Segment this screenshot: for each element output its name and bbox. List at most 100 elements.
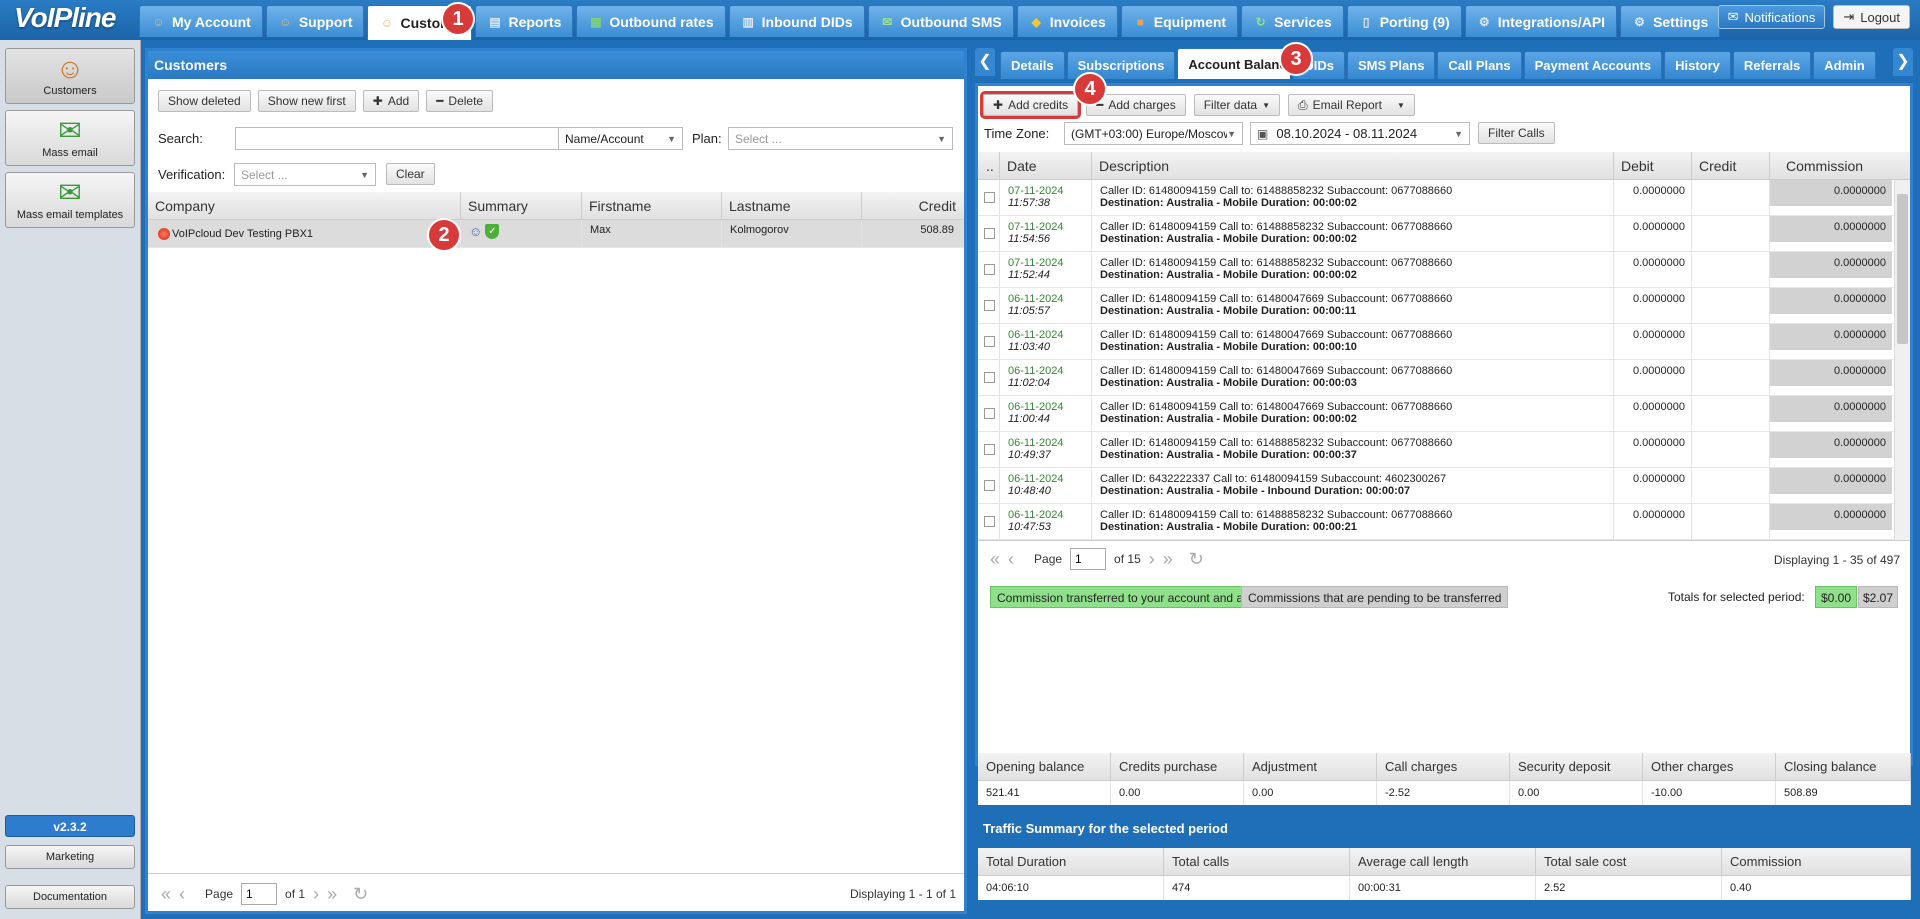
nav-tab-reports[interactable]: ▤ Reports [475, 5, 574, 37]
nav-tab-integrations-api[interactable]: ⚙ Integrations/API [1464, 5, 1618, 37]
column-select[interactable]: .. [978, 152, 1000, 180]
traffic-summary-table: Total Duration Total calls Average call le… [978, 848, 1911, 900]
row-checkbox[interactable] [984, 192, 995, 203]
row-checkbox[interactable] [984, 372, 995, 383]
last-page-icon[interactable]: » [327, 884, 337, 905]
show-new-first-button[interactable]: Show new first [257, 90, 356, 112]
column-debit[interactable]: Debit [1614, 152, 1692, 180]
tab-sms-plans[interactable]: SMS Plans [1346, 51, 1436, 79]
column-date[interactable]: Date [1000, 152, 1092, 180]
voipline-logo[interactable]: VoIPline [14, 2, 134, 36]
prev-page-icon[interactable]: ‹ [179, 884, 185, 905]
column-lastname[interactable]: Lastname [722, 192, 862, 220]
nav-tab-settings[interactable]: ⚙ Settings [1620, 5, 1721, 37]
tabs-scroll-right-icon[interactable]: ❯ [1893, 48, 1913, 76]
nav-tab-my-account[interactable]: ☺ My Account [139, 5, 263, 37]
tab-account-balance[interactable]: Account Balance [1177, 48, 1292, 79]
transaction-row[interactable]: 06-11-2024 11:05:57 Caller ID: 61480094159… [978, 288, 1894, 324]
tab-referrals[interactable]: Referrals [1732, 51, 1812, 79]
nav-tab-services[interactable]: ↻ Services [1241, 5, 1344, 37]
email-report-button[interactable]: ⎙ Email Report ▼ [1288, 94, 1415, 116]
row-checkbox[interactable] [984, 336, 995, 347]
documentation-button[interactable]: Documentation [5, 885, 135, 909]
page-input[interactable] [1070, 548, 1107, 570]
add-customer-button[interactable]: ✚ Add [362, 90, 420, 112]
page-input[interactable] [241, 883, 278, 905]
nav-tab-equipment[interactable]: ■ Equipment [1120, 5, 1239, 37]
row-checkbox[interactable] [984, 264, 995, 275]
show-deleted-button[interactable]: Show deleted [158, 90, 251, 112]
prev-page-icon[interactable]: ‹ [1008, 549, 1014, 570]
next-page-icon[interactable]: › [313, 884, 319, 905]
marketing-button[interactable]: Marketing [5, 845, 135, 869]
notifications-button[interactable]: ✉ Notifications [1717, 5, 1826, 29]
verification-select[interactable]: Select ... ▼ [234, 163, 376, 186]
nav-tab-inbound-dids[interactable]: ▥ Inbound DIDs [728, 5, 865, 37]
column-description[interactable]: Description [1092, 152, 1614, 180]
tab-admin[interactable]: Admin [1813, 51, 1876, 79]
nav-tab-outbound-rates[interactable]: ▦ Outbound rates [576, 5, 726, 37]
nav-tab-invoices[interactable]: ◆ Invoices [1016, 5, 1118, 37]
transactions-grid: 07-11-2024 11:57:38 Caller ID: 61480094159… [978, 180, 1894, 540]
sidebar-item-customers[interactable]: ☺ Customers [5, 48, 135, 104]
plan-select[interactable]: Select ... ▼ [728, 127, 953, 150]
row-checkbox[interactable] [984, 516, 995, 527]
column-summary[interactable]: Summary [461, 192, 582, 220]
row-checkbox[interactable] [984, 228, 995, 239]
row-checkbox[interactable] [984, 480, 995, 491]
credit-cell: 508.89 [920, 224, 954, 236]
customer-row[interactable]: VoIPcloud Dev Testing PBX1 ☺ ✓ Max Kolmo… [148, 220, 964, 248]
first-page-icon[interactable]: « [161, 884, 171, 905]
transaction-row[interactable]: 07-11-2024 11:54:56 Caller ID: 61480094159… [978, 216, 1894, 252]
transaction-row[interactable]: 06-11-2024 11:02:04 Caller ID: 61480094159… [978, 360, 1894, 396]
nav-tab-porting-9[interactable]: ▯ Porting (9) [1346, 5, 1462, 37]
transactions-scrollbar[interactable] [1894, 180, 1910, 540]
search-field-select[interactable]: Name/Account ▼ [558, 127, 683, 150]
nav-tab-support[interactable]: ☺ Support [265, 5, 365, 37]
refresh-icon[interactable]: ↻ [1189, 549, 1204, 570]
refresh-icon[interactable]: ↻ [353, 884, 368, 905]
tabs-scroll-left-icon[interactable]: ❮ [975, 48, 995, 76]
column-firstname[interactable]: Firstname [582, 192, 722, 220]
filter-data-button[interactable]: Filter data ▼ [1193, 94, 1280, 116]
scrollbar-thumb[interactable] [1897, 194, 1908, 344]
row-date: 06-11-2024 [1008, 509, 1064, 521]
add-credits-button[interactable]: ✚ Add credits [979, 91, 1082, 119]
column-company[interactable]: Company [148, 192, 461, 220]
search-input[interactable] [235, 127, 559, 150]
first-page-icon[interactable]: « [990, 549, 1000, 570]
transaction-row[interactable]: 06-11-2024 10:48:40 Caller ID: 6432222337 … [978, 468, 1894, 504]
timezone-select[interactable]: (GMT+03:00) Europe/Moscow ▼ [1064, 122, 1243, 145]
tab-payment-accounts[interactable]: Payment Accounts [1523, 51, 1663, 79]
nav-tab-outbound-sms[interactable]: ✉ Outbound SMS [867, 5, 1014, 37]
delete-customer-button[interactable]: ━ Delete [426, 90, 494, 112]
last-page-icon[interactable]: » [1163, 549, 1173, 570]
transaction-row[interactable]: 06-11-2024 10:47:53 Caller ID: 61480094159… [978, 504, 1894, 540]
next-page-icon[interactable]: › [1149, 549, 1155, 570]
transaction-row[interactable]: 06-11-2024 10:49:37 Caller ID: 61480094159… [978, 432, 1894, 468]
transaction-row[interactable]: 06-11-2024 11:00:44 Caller ID: 61480094159… [978, 396, 1894, 432]
balance-summary-title: Balance Summary [983, 726, 1096, 741]
row-checkbox[interactable] [984, 300, 995, 311]
logout-button[interactable]: ⇥ Logout [1833, 5, 1910, 29]
date-range-picker[interactable]: ▣ 08.10.2024 - 08.11.2024 ▼ [1250, 122, 1470, 145]
row-debit: 0.0000000 [1614, 396, 1692, 431]
row-checkbox[interactable] [984, 444, 995, 455]
tab-history[interactable]: History [1664, 51, 1731, 79]
row-checkbox[interactable] [984, 408, 995, 419]
user-summary-icon[interactable]: ☺ [469, 224, 482, 247]
transaction-row[interactable]: 06-11-2024 11:03:40 Caller ID: 61480094159… [978, 324, 1894, 360]
clear-button[interactable]: Clear [386, 163, 435, 185]
sidebar-item-mass-email-templates[interactable]: ✉ Mass email templates [5, 172, 135, 228]
sidebar-item-mass-email[interactable]: ✉ Mass email [5, 110, 135, 166]
tab-details[interactable]: Details [1000, 51, 1065, 79]
column-credit[interactable]: Credit [1692, 152, 1770, 180]
filter-calls-button[interactable]: Filter Calls [1478, 122, 1555, 144]
column-commission[interactable]: Commission [1770, 152, 1910, 180]
verified-shield-icon[interactable]: ✓ [485, 224, 500, 239]
row-description-line2: Destination: Australia - Mobile Duration… [1100, 377, 1357, 389]
tab-call-plans[interactable]: Call Plans [1437, 51, 1522, 79]
column-credit[interactable]: Credit [862, 192, 964, 220]
transaction-row[interactable]: 07-11-2024 11:52:44 Caller ID: 61480094159… [978, 252, 1894, 288]
transaction-row[interactable]: 07-11-2024 11:57:38 Caller ID: 61480094159… [978, 180, 1894, 216]
